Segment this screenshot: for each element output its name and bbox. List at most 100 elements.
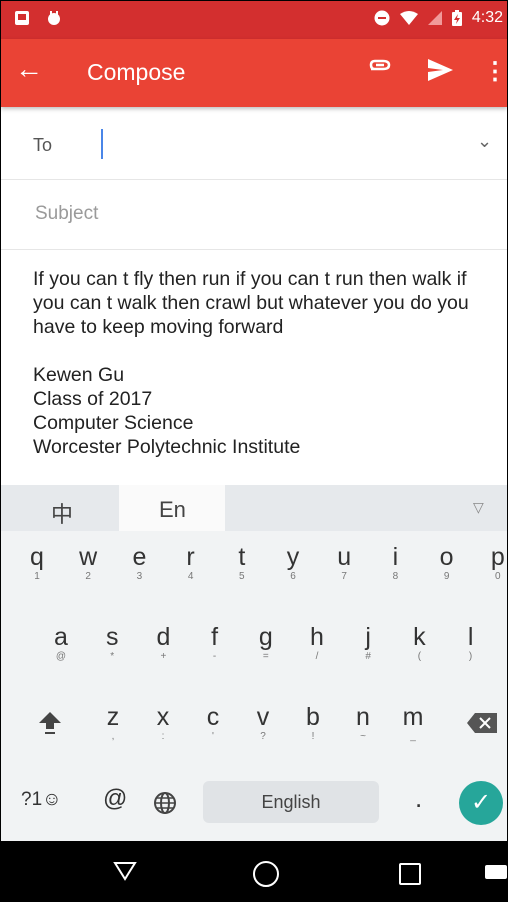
chinese-tab-label: 中: [51, 502, 74, 527]
key-hint: 5: [239, 571, 245, 582]
space-key[interactable]: English: [203, 781, 379, 823]
key-l[interactable]: l): [451, 623, 491, 663]
back-arrow-icon[interactable]: ←: [15, 53, 43, 85]
symbols-key[interactable]: ?1☺: [21, 789, 62, 811]
collapse-keyboard-icon[interactable]: ▽: [473, 499, 484, 516]
key-letter: h: [310, 623, 324, 651]
key-letter: g: [258, 623, 273, 651]
key-letter: a: [54, 623, 68, 651]
key-hint: 2: [85, 571, 91, 582]
keyboard-toolbar: 中 En ▽: [1, 485, 507, 531]
to-label: To: [33, 135, 53, 155]
key-letter: f: [211, 623, 219, 651]
page-title: Compose: [87, 59, 186, 85]
key-hint: 9: [443, 571, 450, 582]
key-f[interactable]: f-: [195, 623, 235, 663]
key-hint: /: [315, 651, 319, 662]
keyboard-bottom-row: ?1☺ @ English . ✓: [1, 773, 507, 831]
key-s[interactable]: s *: [92, 623, 132, 663]
chinese-input-tab[interactable]: 中: [1, 485, 119, 531]
key-letter: x: [156, 703, 170, 731]
key-hint: ?: [260, 731, 266, 742]
send-icon[interactable]: [425, 55, 455, 85]
key-hint: (: [417, 651, 422, 662]
paperclip-icon[interactable]: [367, 55, 395, 83]
key-d[interactable]: d +: [143, 623, 183, 663]
key-letter: z: [106, 703, 120, 731]
key-hint: 6: [290, 571, 296, 582]
key-hint: ,: [111, 731, 115, 742]
key-hint: *: [110, 651, 115, 662]
nav-back-icon[interactable]: [113, 859, 137, 883]
enter-key[interactable]: ✓: [459, 781, 503, 825]
key-hint: _: [410, 731, 416, 742]
check-icon: ✓: [470, 789, 492, 816]
key-k[interactable]: k(: [399, 623, 439, 663]
key-hint: @: [55, 651, 67, 662]
key-letter: t: [238, 543, 246, 571]
key-g[interactable]: g =: [246, 623, 286, 663]
key-p[interactable]: p0: [478, 543, 507, 583]
android-notification-icon: [48, 11, 60, 25]
english-input-tab[interactable]: En: [119, 485, 225, 531]
key-hint: :: [161, 731, 165, 742]
key-hint: 4: [187, 571, 194, 582]
globe-icon[interactable]: [153, 791, 177, 815]
key-letter: l: [467, 623, 474, 651]
key-r[interactable]: r4: [171, 543, 211, 583]
key-letter: u: [337, 543, 352, 571]
at-key[interactable]: @: [103, 785, 127, 813]
key-letter: o: [439, 543, 454, 571]
key-o[interactable]: o9: [427, 543, 467, 583]
key-u[interactable]: u7: [324, 543, 364, 583]
to-row: To ⌄: [1, 107, 507, 180]
key-letter: v: [256, 703, 270, 731]
nav-bar: [1, 841, 507, 901]
message-body[interactable]: If you can t fly then run if you can t r…: [33, 267, 493, 459]
key-q[interactable]: q1: [17, 543, 57, 583]
key-a[interactable]: a @: [41, 623, 81, 663]
shift-icon[interactable]: [37, 709, 63, 735]
key-h[interactable]: h /: [297, 623, 337, 663]
key-c[interactable]: c ': [193, 703, 233, 743]
key-j[interactable]: j #: [348, 623, 388, 663]
key-hint: !: [311, 731, 315, 742]
key-hint: +: [160, 651, 167, 662]
nav-recents-icon[interactable]: [399, 863, 421, 885]
key-z[interactable]: z,: [93, 703, 133, 743]
key-letter: q: [30, 543, 44, 571]
key-x[interactable]: x:: [143, 703, 183, 743]
key-letter: n: [356, 703, 370, 731]
status-bar: 4:32: [1, 1, 507, 39]
key-hint: #: [365, 651, 371, 662]
key-letter: m: [402, 703, 424, 731]
backspace-icon[interactable]: [467, 713, 497, 733]
keyboard: 中 En ▽ q 1 w 2 e 3 r 4 t 5 y 6 u 7 i 8 o 9 p 0 a @ s * d + f - g = h / j…: [1, 485, 507, 841]
key-letter: k: [413, 623, 426, 651]
key-hint: ): [468, 651, 473, 662]
key-i[interactable]: i8: [375, 543, 415, 583]
battery-charging-icon: [451, 10, 462, 26]
period-key[interactable]: .: [415, 783, 422, 814]
more-vert-icon[interactable]: ⋮: [483, 57, 507, 86]
key-hint: 0: [495, 571, 501, 582]
wifi-icon: [399, 11, 418, 25]
keyboard-switch-icon[interactable]: [485, 865, 507, 879]
key-m[interactable]: m _: [393, 703, 433, 743]
key-hint: 3: [136, 571, 143, 582]
key-letter: r: [186, 543, 195, 571]
key-v[interactable]: v?: [243, 703, 283, 743]
chevron-down-icon[interactable]: ⌄: [477, 131, 492, 152]
key-e[interactable]: e3: [119, 543, 159, 583]
to-input[interactable]: [101, 129, 467, 159]
key-w[interactable]: w2: [68, 543, 108, 583]
status-time: 4:32: [471, 9, 503, 26]
key-b[interactable]: b!: [293, 703, 333, 743]
key-letter: j: [365, 623, 371, 651]
key-y[interactable]: y6: [273, 543, 313, 583]
key-letter: e: [132, 543, 147, 571]
key-n[interactable]: n ~: [343, 703, 383, 743]
nav-home-icon[interactable]: [253, 861, 279, 887]
key-t[interactable]: t5: [222, 543, 262, 583]
subject-input[interactable]: [33, 199, 477, 229]
